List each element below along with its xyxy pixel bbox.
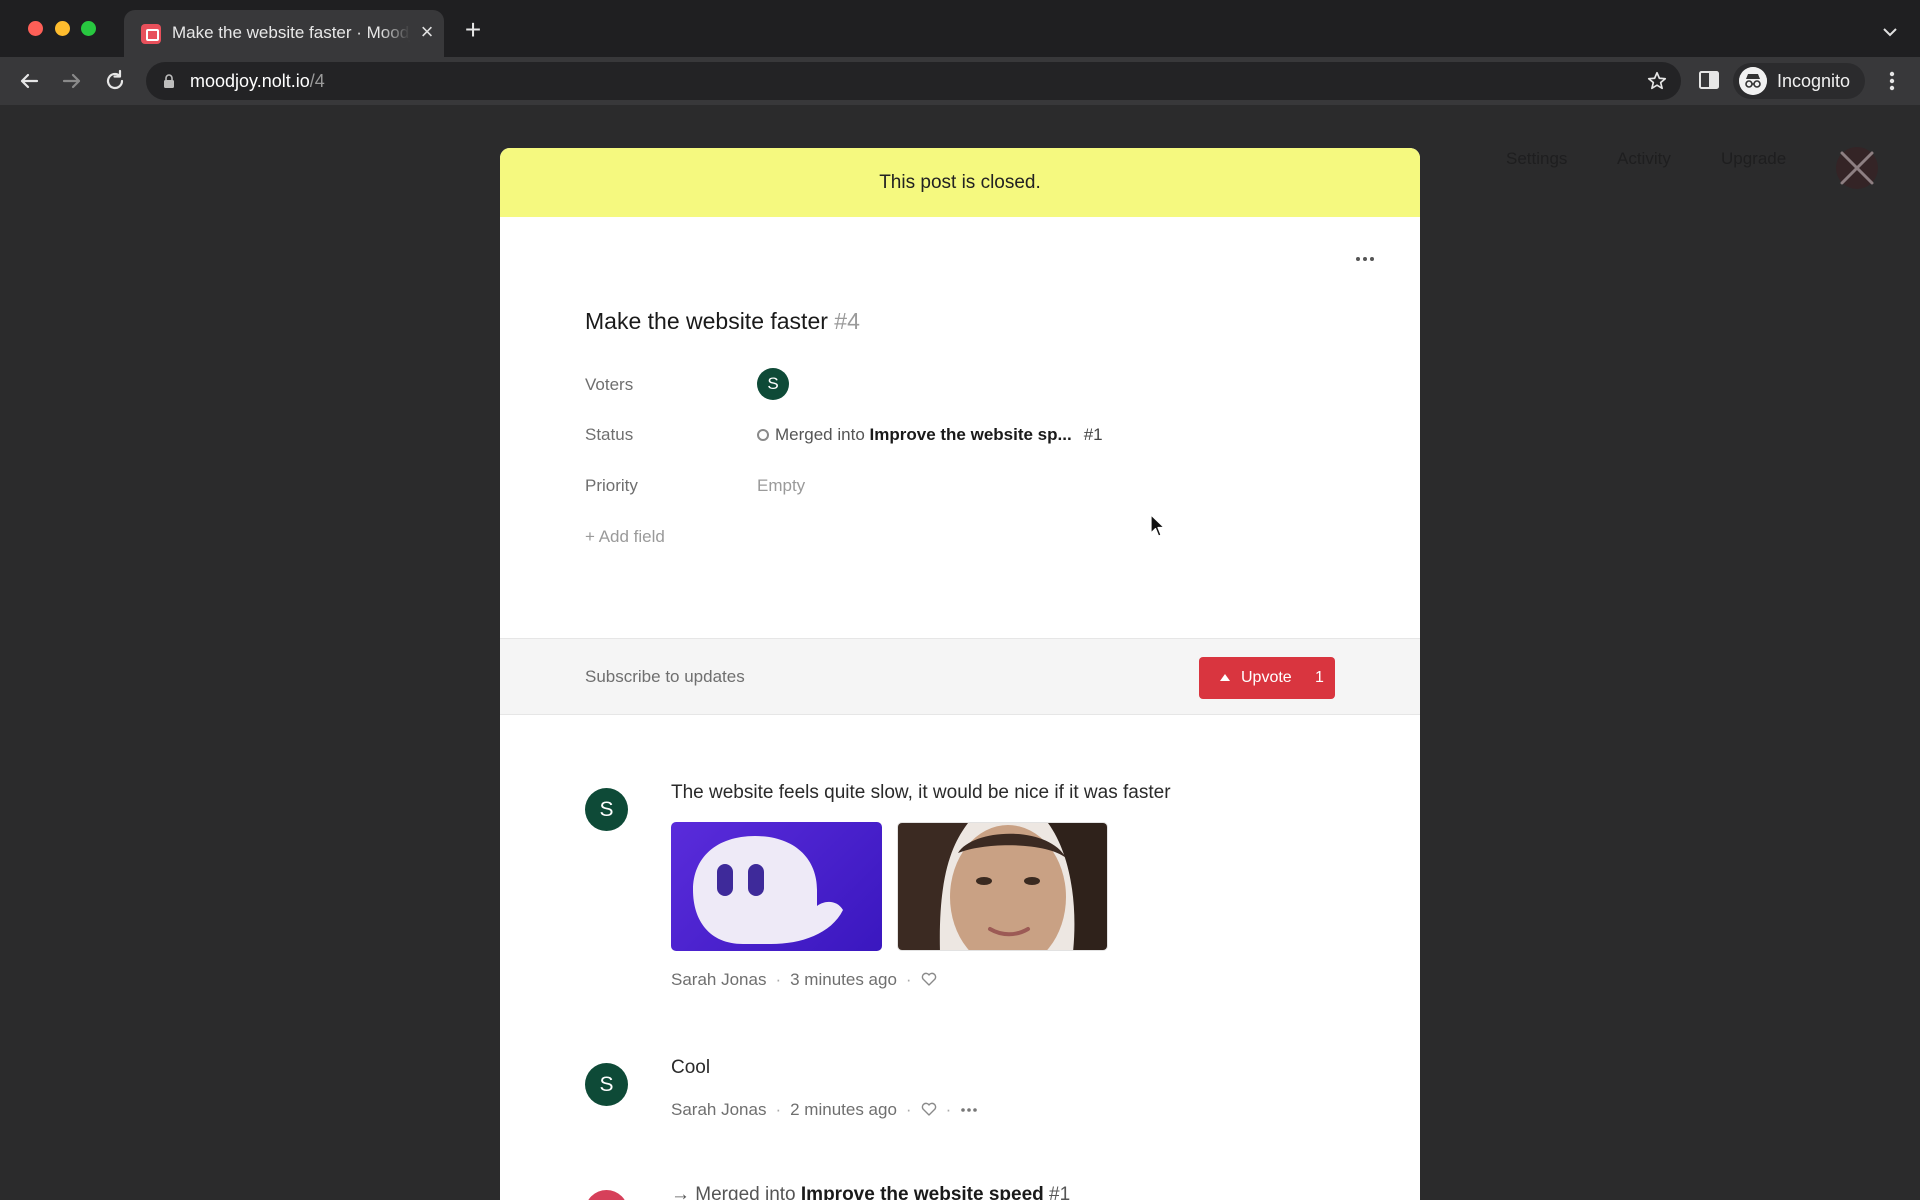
window-close-button[interactable] bbox=[28, 21, 43, 36]
browser-tab-active[interactable]: Make the website faster · Moodjoy × bbox=[124, 10, 444, 57]
post-closed-banner: This post is closed. bbox=[500, 148, 1420, 217]
upvote-arrow-icon bbox=[1220, 674, 1230, 681]
merged-into-number: #1 bbox=[1083, 425, 1103, 444]
new-tab-button[interactable]: + bbox=[460, 16, 486, 44]
comment-more-icon[interactable] bbox=[960, 1107, 978, 1113]
window-maximize-button[interactable] bbox=[81, 21, 96, 36]
post-number: #4 bbox=[834, 308, 860, 334]
ghost-logo-icon bbox=[693, 836, 843, 944]
merge-event-text: → Merged into Improve the website speed … bbox=[671, 1184, 1070, 1200]
incognito-label: Incognito bbox=[1777, 71, 1851, 91]
status-ring-icon bbox=[757, 429, 769, 441]
comment-avatar[interactable]: S bbox=[585, 788, 628, 831]
bg-nav-activity: Activity bbox=[1617, 149, 1671, 168]
bookmark-star-icon[interactable] bbox=[1646, 70, 1668, 92]
window-minimize-button[interactable] bbox=[55, 21, 70, 36]
comment-meta: Sarah Jonas · 3 minutes ago · bbox=[671, 970, 937, 990]
subscribe-bar: Subscribe to updates Upvote 1 bbox=[500, 638, 1420, 715]
mouse-cursor-icon bbox=[1150, 514, 1165, 537]
comment-text: Cool bbox=[671, 1057, 711, 1078]
upvote-button[interactable]: Upvote 1 bbox=[1199, 657, 1335, 699]
voters-label: Voters bbox=[585, 375, 634, 394]
merge-event-prefix: → Merged into bbox=[671, 1184, 796, 1200]
comment-avatar[interactable]: S bbox=[585, 1063, 628, 1106]
nolt-favicon-icon bbox=[141, 24, 161, 44]
bg-nav-settings: Settings bbox=[1506, 149, 1568, 168]
upvote-label: Upvote bbox=[1241, 669, 1292, 686]
url-path: /4 bbox=[309, 71, 325, 91]
add-field-button[interactable]: + Add field bbox=[585, 527, 665, 547]
like-heart-icon[interactable] bbox=[921, 1102, 937, 1116]
attachment-thumbnail[interactable] bbox=[671, 822, 882, 951]
priority-label: Priority bbox=[585, 476, 638, 495]
status-label: Status bbox=[585, 425, 634, 444]
status-value[interactable]: Merged into Improve the website sp... #1 bbox=[757, 425, 1103, 445]
reload-icon[interactable] bbox=[101, 67, 129, 95]
merge-event-target-link[interactable]: Improve the website speed bbox=[801, 1184, 1044, 1200]
incognito-icon bbox=[1739, 67, 1767, 95]
post-modal: This post is closed. Make the website fa… bbox=[500, 148, 1420, 1200]
url-text: moodjoy.nolt.io/4 bbox=[190, 71, 325, 92]
comment-time: 2 minutes ago bbox=[790, 1100, 897, 1119]
close-modal-icon[interactable] bbox=[1836, 147, 1878, 189]
lock-icon bbox=[164, 74, 174, 88]
portrait-photo-icon bbox=[898, 823, 1107, 950]
browser-toolbar: moodjoy.nolt.io/4 Incognito bbox=[0, 57, 1920, 105]
comment-text: The website feels quite slow, it would b… bbox=[671, 782, 1171, 803]
incognito-profile-button[interactable]: Incognito bbox=[1733, 63, 1865, 99]
status-prefix: Merged into bbox=[775, 425, 865, 444]
tab-title: Make the website faster · Moodjoy bbox=[172, 23, 410, 45]
post-more-options-icon[interactable] bbox=[1350, 252, 1380, 266]
upvote-count: 1 bbox=[1315, 669, 1324, 686]
browser-menu-icon[interactable] bbox=[1880, 67, 1904, 95]
attachment-thumbnail-portrait[interactable] bbox=[897, 822, 1108, 951]
url-host: moodjoy.nolt.io bbox=[190, 71, 310, 91]
back-arrow-icon[interactable] bbox=[15, 67, 43, 95]
subscribe-to-updates-link[interactable]: Subscribe to updates bbox=[585, 667, 745, 687]
forward-arrow-icon[interactable] bbox=[58, 67, 86, 95]
browser-tabstrip: Make the website faster · Moodjoy × + bbox=[0, 0, 1920, 57]
merge-event-number: #1 bbox=[1049, 1184, 1071, 1200]
merged-into-link[interactable]: Improve the website sp... bbox=[870, 425, 1072, 444]
post-title-text: Make the website faster bbox=[585, 308, 828, 334]
tab-search-chevron-icon[interactable] bbox=[1878, 20, 1902, 44]
post-title: Make the website faster #4 bbox=[585, 308, 860, 335]
side-panel-icon[interactable] bbox=[1698, 69, 1720, 91]
priority-value[interactable]: Empty bbox=[757, 476, 805, 496]
merge-event-avatar bbox=[585, 1190, 628, 1200]
bg-nav-upgrade: Upgrade bbox=[1721, 149, 1787, 168]
comment-time: 3 minutes ago bbox=[790, 970, 897, 989]
comment-author[interactable]: Sarah Jonas bbox=[671, 1100, 766, 1119]
comment-author[interactable]: Sarah Jonas bbox=[671, 970, 766, 989]
comment-meta: Sarah Jonas · 2 minutes ago · · bbox=[671, 1100, 978, 1120]
tab-close-icon[interactable]: × bbox=[415, 20, 439, 44]
like-heart-icon[interactable] bbox=[921, 972, 937, 986]
address-bar[interactable]: moodjoy.nolt.io/4 bbox=[146, 62, 1681, 100]
voter-avatar[interactable]: S bbox=[757, 368, 789, 400]
